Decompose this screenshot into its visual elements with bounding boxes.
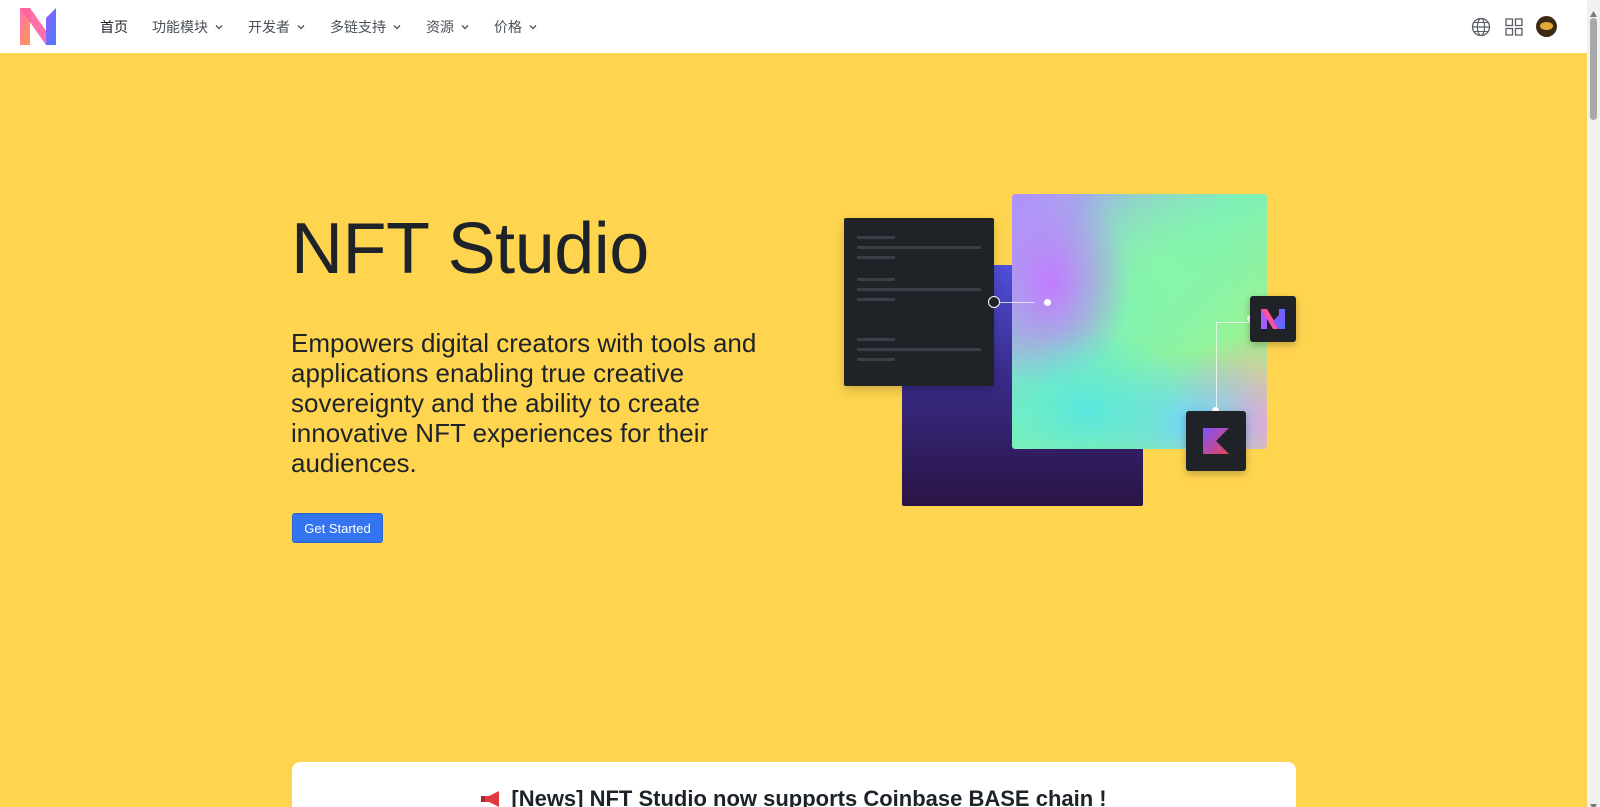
chevron-down-icon	[528, 22, 538, 32]
code-panel	[844, 218, 994, 386]
news-card[interactable]: [News] NFT Studio now supports Coinbase …	[292, 762, 1296, 807]
nav-item-label: 开发者	[248, 18, 290, 35]
hero-title: NFT Studio	[291, 209, 649, 289]
connector-line	[1000, 302, 1034, 303]
hero-illustration	[840, 190, 1300, 520]
top-navbar: 首页 功能模块 开发者 多链支持 资源 价格	[0, 0, 1587, 53]
connector-node	[988, 296, 1000, 308]
nav-item-developers[interactable]: 开发者	[236, 0, 318, 53]
chevron-down-icon	[392, 22, 402, 32]
chevron-down-icon	[214, 22, 224, 32]
nav-item-resources[interactable]: 资源	[414, 0, 482, 53]
chevron-down-icon	[460, 22, 470, 32]
page-scrollbar[interactable]	[1587, 0, 1600, 807]
globe-icon[interactable]	[1470, 16, 1491, 37]
connector-line	[1216, 322, 1217, 410]
nav-item-pricing[interactable]: 价格	[482, 0, 550, 53]
news-text: [News] NFT Studio now supports Coinbase …	[511, 786, 1107, 807]
m-logo-badge	[1250, 296, 1296, 342]
k-logo-icon	[1203, 428, 1229, 454]
scroll-thumb[interactable]	[1590, 18, 1597, 120]
connector-line	[1216, 322, 1250, 323]
m-logo-icon	[1261, 309, 1285, 329]
main-nav: 首页 功能模块 开发者 多链支持 资源 价格	[88, 0, 550, 53]
megaphone-icon	[481, 787, 503, 807]
hero-description: Empowers digital creators with tools and…	[291, 328, 757, 478]
get-started-button[interactable]: Get Started	[292, 513, 383, 543]
nav-item-multichain[interactable]: 多链支持	[318, 0, 414, 53]
nav-item-label: 多链支持	[330, 18, 386, 35]
connector-dot	[1044, 299, 1051, 306]
nav-item-label: 功能模块	[152, 18, 208, 35]
grid-icon[interactable]	[1503, 16, 1524, 37]
scroll-up-icon[interactable]	[1590, 4, 1597, 17]
nav-item-features[interactable]: 功能模块	[140, 0, 236, 53]
nav-item-label: 首页	[100, 18, 128, 35]
avatar[interactable]	[1536, 16, 1557, 37]
k-logo-badge	[1186, 411, 1246, 471]
news-line: [News] NFT Studio now supports Coinbase …	[292, 786, 1296, 807]
scroll-down-icon[interactable]	[1590, 797, 1597, 807]
nav-item-label: 资源	[426, 18, 454, 35]
nav-item-home[interactable]: 首页	[88, 0, 140, 53]
logo-icon[interactable]	[20, 8, 56, 45]
nav-right-tools	[1470, 0, 1557, 53]
nav-item-label: 价格	[494, 18, 522, 35]
chevron-down-icon	[296, 22, 306, 32]
